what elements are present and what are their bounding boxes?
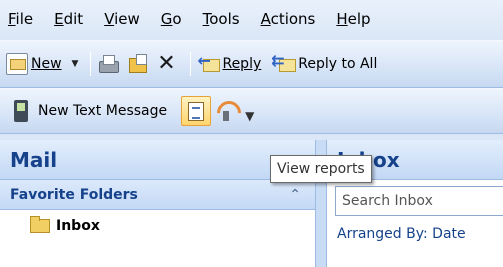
move-to-folder-button[interactable] — [126, 53, 151, 75]
delete-icon: ✕ — [157, 51, 176, 76]
folder-item-inbox[interactable]: Inbox — [0, 210, 315, 242]
new-dropdown-arrow-icon[interactable]: ▼ — [72, 59, 79, 69]
view-reports-tooltip: View reports — [270, 155, 372, 183]
folder-icon — [30, 216, 50, 233]
menu-bar: File Edit View Go Tools Actions Help — [0, 0, 503, 38]
print-button[interactable] — [97, 53, 122, 75]
folder-label: Inbox — [56, 218, 100, 234]
toolbar-options-chevron-icon[interactable]: ▼ — [245, 109, 254, 123]
arranged-by-header[interactable]: Arranged By: Date — [337, 226, 503, 242]
navigation-pane-title: Mail — [10, 147, 58, 172]
new-button[interactable]: New — [6, 53, 62, 75]
reply-icon — [197, 51, 221, 75]
mobile-signal-icon[interactable] — [215, 99, 239, 123]
collapse-chevron-icon[interactable]: ⌃ — [289, 187, 301, 203]
new-button-label: New — [31, 56, 62, 72]
new-mail-icon — [6, 53, 28, 75]
reply-all-icon — [271, 51, 297, 75]
standard-toolbar: New ▼ ✕ Reply Reply to All — [0, 40, 503, 88]
navigation-pane: Mail Favorite Folders ⌃ Inbox — [0, 140, 315, 267]
reply-button[interactable]: Reply — [197, 51, 262, 75]
reply-all-button[interactable]: Reply to All — [271, 51, 378, 75]
search-input[interactable] — [335, 186, 503, 216]
reply-button-label: Reply — [222, 56, 262, 72]
menu-tools[interactable]: Tools — [203, 10, 240, 28]
reports-icon — [188, 101, 205, 121]
new-text-message-label: New Text Message — [38, 103, 168, 119]
menu-help[interactable]: Help — [336, 10, 370, 28]
menu-view[interactable]: View — [104, 10, 140, 28]
reply-all-button-label: Reply to All — [298, 56, 378, 72]
mobile-phone-icon — [14, 100, 28, 122]
menu-go[interactable]: Go — [161, 10, 182, 28]
text-message-toolbar: New Text Message ▼ — [0, 88, 503, 134]
new-text-message-button[interactable]: New Text Message — [14, 100, 167, 122]
view-reports-button[interactable] — [181, 96, 212, 126]
menu-actions[interactable]: Actions — [261, 10, 316, 28]
menu-file[interactable]: File — [8, 10, 33, 28]
favorite-folders-header[interactable]: Favorite Folders ⌃ — [0, 180, 315, 210]
favorite-folders-label: Favorite Folders — [10, 186, 138, 203]
delete-button[interactable]: ✕ — [155, 53, 180, 75]
move-to-folder-icon — [126, 53, 148, 75]
navigation-pane-header: Mail — [0, 140, 315, 180]
toolbar-separator — [190, 52, 192, 76]
toolbar-separator — [90, 52, 92, 76]
print-icon — [97, 53, 120, 75]
menu-edit[interactable]: Edit — [54, 10, 83, 28]
